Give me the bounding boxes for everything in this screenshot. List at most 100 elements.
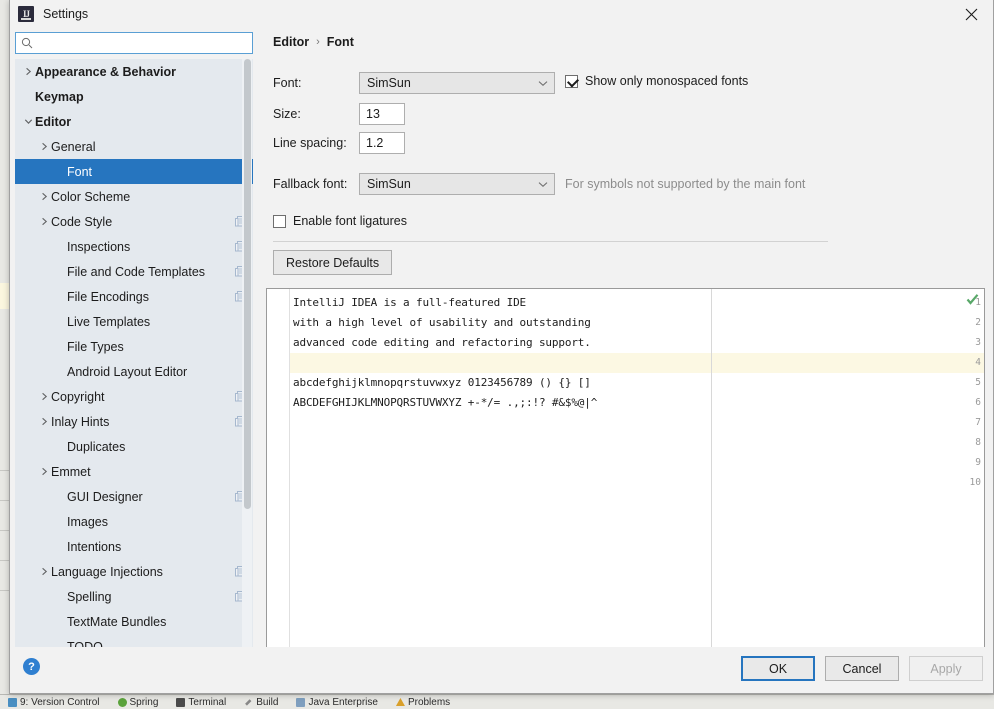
sidebar-item-inspections[interactable]: Inspections	[15, 234, 253, 259]
build-icon	[245, 699, 252, 706]
line-spacing-label: Line spacing:	[273, 136, 347, 150]
chevron-right-icon[interactable]	[37, 392, 51, 401]
preview-code-line: abcdefghijklmnopqrstuvwxyz 0123456789 ()…	[293, 376, 591, 389]
monospaced-checkbox-row[interactable]: Show only monospaced fonts	[565, 74, 748, 88]
tree-scrollbar-thumb[interactable]	[244, 59, 251, 509]
sidebar-item-label: Intentions	[67, 539, 122, 554]
dialog-action-buttons: OK Cancel Apply	[741, 656, 983, 681]
green-check-icon	[966, 293, 979, 306]
chevron-down-icon	[532, 181, 554, 188]
monospaced-checkbox[interactable]	[565, 74, 578, 88]
apply-button-label: Apply	[930, 661, 962, 676]
sidebar-item-textmate-bundles[interactable]: TextMate Bundles	[15, 609, 253, 634]
ligatures-checkbox[interactable]	[273, 214, 286, 228]
font-size-input[interactable]: 13	[359, 103, 405, 125]
sidebar-item-gui-designer[interactable]: GUI Designer	[15, 484, 253, 509]
sidebar-item-language-injections[interactable]: Language Injections	[15, 559, 253, 584]
status-bar-item[interactable]: 9: Version Control	[8, 697, 100, 708]
chevron-right-icon[interactable]	[37, 217, 51, 226]
sidebar-item-label: Code Style	[51, 214, 113, 229]
chevron-down-icon	[532, 80, 554, 87]
java-enterprise-icon	[296, 697, 306, 707]
status-bar-item[interactable]: Terminal	[176, 697, 226, 708]
preview-code-line: with a high level of usability and outst…	[293, 316, 591, 329]
ide-status-bar[interactable]: 9: Version Control Spring Terminal Build Jav…	[0, 694, 994, 709]
preview-right-margin-guide	[711, 289, 712, 652]
font-family-combo[interactable]: SimSun	[359, 72, 555, 94]
sidebar-item-duplicates[interactable]: Duplicates	[15, 434, 253, 459]
breadcrumb-current: Font	[326, 35, 354, 49]
restore-defaults-label: Restore Defaults	[286, 255, 380, 270]
preview-line-number: 9	[975, 457, 981, 468]
chevron-down-icon[interactable]	[21, 117, 35, 126]
sidebar-item-font[interactable]: Font	[15, 159, 253, 184]
help-icon: ?	[28, 660, 35, 673]
status-bar-item[interactable]: Java Enterprise	[296, 697, 378, 708]
problems-icon	[395, 697, 405, 707]
sidebar-item-file-types[interactable]: File Types	[15, 334, 253, 359]
section-divider	[273, 241, 828, 242]
sidebar-item-inlay-hints[interactable]: Inlay Hints	[15, 409, 253, 434]
restore-defaults-row: Restore Defaults	[273, 250, 393, 275]
sidebar-item-general[interactable]: General	[15, 134, 253, 159]
chevron-right-icon[interactable]	[37, 192, 51, 201]
sidebar-item-intentions[interactable]: Intentions	[15, 534, 253, 559]
preview-line-number: 7	[975, 417, 981, 428]
sidebar-item-label: Live Templates	[67, 314, 151, 329]
size-row: Size: 13	[273, 103, 405, 125]
close-icon[interactable]	[949, 0, 993, 28]
sidebar-item-label: Emmet	[51, 464, 91, 479]
preview-line-number: 2	[975, 317, 981, 328]
version-control-icon	[8, 697, 17, 707]
status-bar-item-label: Spring	[129, 696, 159, 708]
sidebar-item-images[interactable]: Images	[15, 509, 253, 534]
sidebar-item-editor[interactable]: Editor	[15, 109, 253, 134]
sidebar-item-label: Inspections	[67, 239, 131, 254]
status-bar-item[interactable]: Spring	[117, 696, 159, 708]
sidebar-item-keymap[interactable]: Keymap	[15, 84, 253, 109]
search-input[interactable]	[38, 36, 238, 50]
preview-code-line: IntelliJ IDEA is a full-featured IDE	[293, 296, 527, 309]
sidebar-item-file-encodings[interactable]: File Encodings	[15, 284, 253, 309]
status-bar-item[interactable]: Problems	[395, 697, 450, 708]
chevron-right-icon[interactable]	[37, 567, 51, 576]
sidebar-item-label: Duplicates	[67, 439, 126, 454]
tree-scrollbar[interactable]	[242, 59, 252, 662]
font-settings-panel: Editor › Font Font: SimSun Show only mon…	[263, 28, 987, 653]
chevron-right-icon[interactable]	[37, 467, 51, 476]
chevron-right-icon[interactable]	[37, 417, 51, 426]
line-spacing-input[interactable]: 1.2	[359, 132, 405, 154]
terminal-icon	[176, 697, 186, 707]
preview-code-line: ABCDEFGHIJKLMNOPQRSTUVWXYZ +-*/= .,;:!? …	[293, 396, 598, 409]
fallback-font-label: Fallback font:	[273, 177, 348, 191]
status-bar-item[interactable]: Build	[244, 697, 278, 708]
sidebar-item-copyright[interactable]: Copyright	[15, 384, 253, 409]
chevron-right-icon[interactable]	[21, 67, 35, 76]
preview-code-line: advanced code editing and refactoring su…	[293, 336, 591, 349]
breadcrumb: Editor › Font	[273, 35, 354, 49]
sidebar-item-label: Language Injections	[51, 564, 163, 579]
chevron-right-icon[interactable]	[37, 142, 51, 151]
ok-button[interactable]: OK	[741, 656, 815, 681]
sidebar-item-file-and-code-templates[interactable]: File and Code Templates	[15, 259, 253, 284]
sidebar-item-color-scheme[interactable]: Color Scheme	[15, 184, 253, 209]
restore-defaults-button[interactable]: Restore Defaults	[273, 250, 393, 275]
sidebar-item-android-layout-editor[interactable]: Android Layout Editor	[15, 359, 253, 384]
ligatures-checkbox-row[interactable]: Enable font ligatures	[273, 214, 407, 228]
sidebar-item-appearance-behavior[interactable]: Appearance & Behavior	[15, 59, 253, 84]
cancel-button-label: Cancel	[842, 661, 882, 676]
help-button[interactable]: ?	[23, 658, 40, 675]
sidebar-item-label: Images	[67, 514, 108, 529]
preview-line-number: 6	[975, 397, 981, 408]
sidebar-item-live-templates[interactable]: Live Templates	[15, 309, 253, 334]
settings-tree[interactable]: Appearance & Behavior Keymap Editor General…	[15, 59, 253, 662]
sidebar-item-code-style[interactable]: Code Style	[15, 209, 253, 234]
font-preview-editor[interactable]: 1 2 3 4 5 6 7 8 9 10 IntelliJ IDEA is a full-feat…	[266, 288, 985, 653]
sidebar-item-spelling[interactable]: Spelling	[15, 584, 253, 609]
fallback-font-combo[interactable]: SimSun	[359, 173, 555, 195]
cancel-button[interactable]: Cancel	[825, 656, 899, 681]
search-box[interactable]	[15, 32, 253, 54]
sidebar-item-emmet[interactable]: Emmet	[15, 459, 253, 484]
breadcrumb-parent[interactable]: Editor	[273, 35, 309, 49]
sidebar-item-label: Font	[67, 164, 93, 179]
